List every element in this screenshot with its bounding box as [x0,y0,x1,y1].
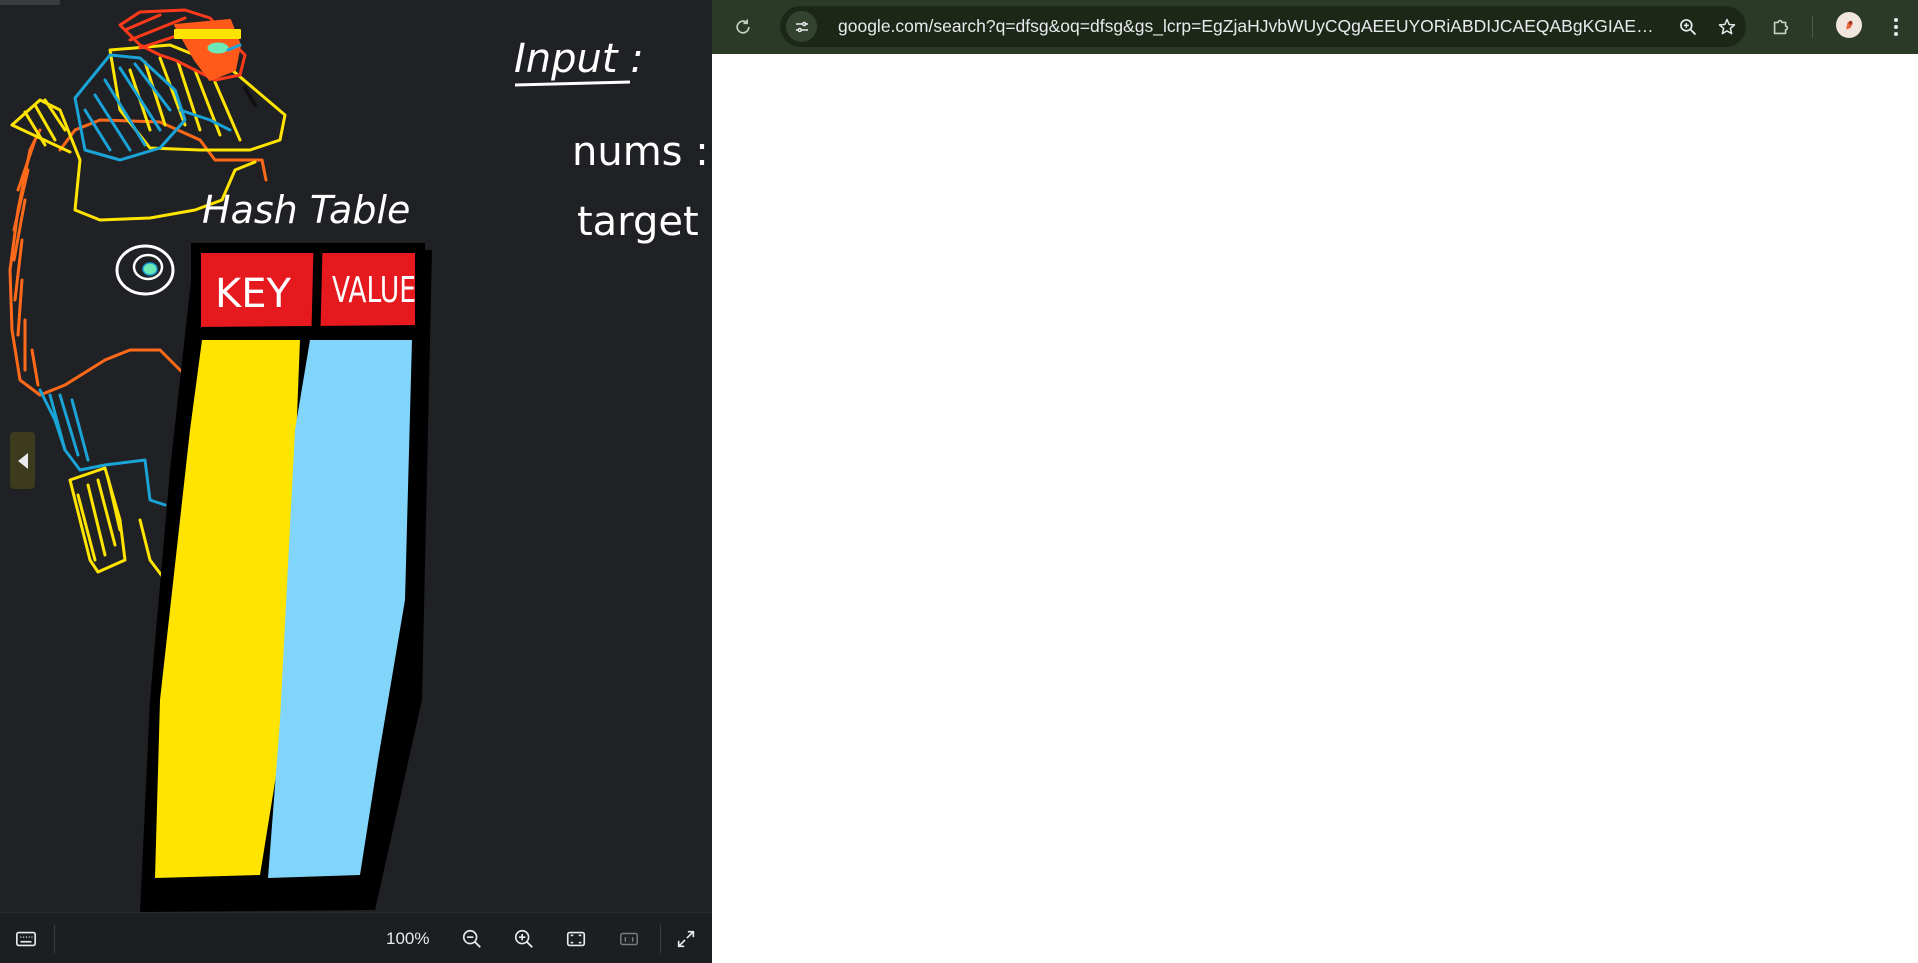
browser-menu-button[interactable] [1884,12,1908,42]
hash-table-drawing [140,243,432,912]
input-underline [514,80,631,87]
actual-size-icon [620,932,638,945]
value-header-label: VALUE [332,270,416,311]
extensions-button[interactable] [1766,12,1796,42]
zoom-in-button[interactable] [506,913,542,963]
fullscreen-button[interactable] [668,913,704,963]
fit-to-screen-button[interactable] [558,913,594,963]
zoom-out-icon [462,929,481,948]
actual-size-button[interactable] [611,913,647,963]
reload-icon [736,19,750,34]
bookmark-button[interactable] [1714,14,1740,40]
zoom-level-readout[interactable]: 100% [386,913,429,963]
profile-avatar-icon [1846,20,1853,30]
target-label: target [577,199,699,245]
reload-button[interactable] [726,10,760,44]
address-bar[interactable]: google.com/search?q=dfsg&oq=dfsg&gs_lcrp… [780,6,1746,47]
more-vert-icon [1894,18,1898,36]
circle-doodle [115,244,175,296]
expand-icon [677,930,695,947]
browser-content [712,54,1918,963]
fit-screen-icon [566,931,586,946]
whiteboard-panel: Hash Table KEY VALUE Input : nums : targ… [0,0,712,963]
site-info-button[interactable] [786,11,817,42]
url-text[interactable]: google.com/search?q=dfsg&oq=dfsg&gs_lcrp… [838,6,1658,47]
profile-avatar[interactable] [1836,12,1862,38]
toolbar-divider [660,925,661,953]
toolbar-divider [54,925,55,953]
nums-label: nums : [572,129,709,175]
input-label: Input : [514,36,644,82]
key-header-label: KEY [215,271,292,317]
canvas-toolbar: 100% [0,912,712,963]
hash-table-label: Hash Table [202,188,410,232]
toolbar-separator [1812,16,1813,38]
puzzle-icon [1773,19,1789,35]
collapse-panel-button[interactable] [10,432,35,489]
keyboard-button[interactable] [8,913,44,963]
keyboard-icon [16,931,36,946]
drawing-canvas[interactable]: Hash Table KEY VALUE Input : nums : targ… [0,0,712,912]
zoom-out-button[interactable] [454,913,490,963]
caret-left-icon [17,452,28,469]
browser-toolbar: google.com/search?q=dfsg&oq=dfsg&gs_lcrp… [712,0,1918,54]
zoom-in-icon [514,929,533,948]
tune-icon [795,21,808,32]
zoom-in-icon [1680,19,1697,36]
star-icon [1718,18,1736,35]
page-zoom-button[interactable] [1675,14,1701,40]
